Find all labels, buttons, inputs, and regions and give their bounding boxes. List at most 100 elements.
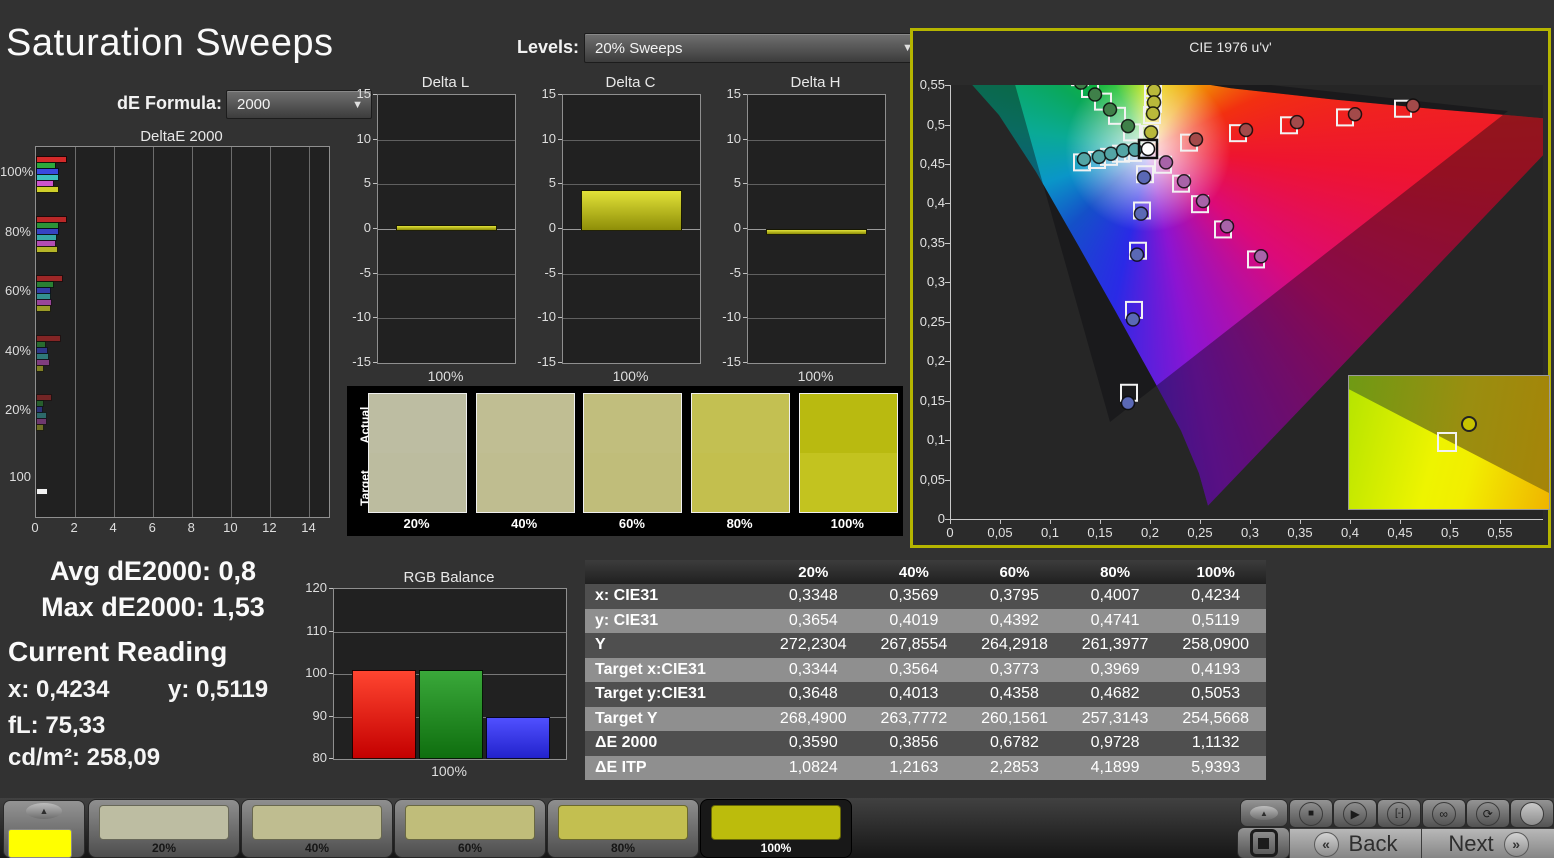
y-tick-label: 90 [312,707,327,723]
gridline [563,184,700,186]
stop-icon [1249,829,1278,857]
cie-x-tick: 0,45 [1387,525,1413,540]
table-cell: 1,0824 [788,758,838,776]
cie-x-tick: 0,2 [1140,525,1160,540]
axis-tick [743,317,747,319]
y-tick-label: 5 [548,175,556,191]
table-row: ΔE 2000 0,3590 0,3856 0,6782 0,9728 1,1132 [585,731,1266,756]
cie-measured-point [1087,87,1103,102]
x-tick-label: 4 [109,520,117,535]
x-tick-label: 10 [223,520,238,535]
saturation-chip [711,805,841,840]
de-formula-value: 2000 [237,96,271,113]
cie-measured-point [1145,106,1161,121]
table-cell: 0,3564 [889,660,939,678]
cie-diagram-panel[interactable]: CIE 1976 u'v' 0 0,05 0,1 0,15 0,2 0,25 0,3 0,35… [910,28,1551,548]
y-tick-label: 110 [306,622,327,638]
axis-tick [329,715,333,717]
refresh-button[interactable]: ⟳ [1465,799,1510,828]
panel-up-button[interactable]: ▲ [1240,799,1288,827]
table-cell: 1,2163 [889,758,939,776]
delta-lch-charts: Delta L 15 10 5 0 -5 -10 -15 100% Delta C 15 10 5 0 -5… [345,70,905,400]
table-header-cell: 100% [1196,563,1235,581]
axis-tick [1200,519,1201,524]
levels-dropdown[interactable]: 20% Sweeps ▼ [584,33,922,63]
cie-y-tick: 0 [937,511,945,526]
loop-button[interactable]: [-] [1377,799,1422,828]
table-cell: 261,3977 [1081,636,1149,654]
next-button-label: Next [1448,831,1494,856]
cie-measured-point [1125,312,1141,327]
y-tick-label: 10 [541,130,556,146]
table-header-cell: 20% [798,563,829,581]
y-tick-label: 15 [356,86,371,101]
axis-tick [945,361,950,363]
saturation-button-60%[interactable]: 60% [394,799,546,858]
axis-tick [373,94,377,95]
scroll-up-icon[interactable]: ▲ [26,803,62,819]
saturation-button-label: 60% [457,841,483,855]
cie-measured-point [1115,143,1131,158]
cie-measured-point [1195,193,1211,209]
cie-x-tick: 0 [946,525,954,540]
cie-measured-point [1133,206,1149,221]
saturation-button-80%[interactable]: 80% [547,799,699,858]
cie-x-tick: 0,25 [1187,525,1213,540]
y-tick-label: -15 [352,354,371,369]
swatch-actual [692,394,790,453]
table-header-cell: 80% [1100,563,1131,581]
table-cell: 1,1132 [1191,734,1240,752]
reading-y: y: 0,5119 [168,676,269,703]
next-button[interactable]: Next » [1421,828,1554,858]
cie-x-tick: 0,35 [1287,525,1313,540]
table-row: ΔE ITP 1,0824 1,2163 2,2853 4,1899 5,9393 [585,755,1266,780]
saturation-button-20%[interactable]: 20% [88,799,240,858]
swatch-target [476,453,574,512]
lch-plot [747,94,886,364]
axis-tick [558,272,562,274]
cie-measured-point [1176,174,1192,189]
saturation-button-40%[interactable]: 40% [241,799,393,858]
axis-tick [945,85,950,87]
rgb-balance-chart: RGB Balance 100% 120 110 100 90 80 [295,565,575,780]
table-cell: 0,4019 [889,611,939,629]
group-label: 100 [9,469,31,484]
stop-large-button[interactable] [1237,827,1290,858]
axis-tick [373,183,377,185]
gridline [114,147,116,517]
swatch-target [692,453,790,512]
swatch-actual [369,394,466,453]
infinity-button[interactable]: ∞ [1421,799,1466,828]
cie-zoom-inset [1348,375,1550,510]
record-button[interactable] [1510,799,1554,828]
back-button[interactable]: « Back [1289,828,1422,858]
table-cell: 0,4741 [1090,611,1140,629]
axis-tick [743,272,747,274]
cie-measured-point [1188,132,1204,147]
x-tick-label: 6 [148,520,156,535]
table-header-cell: 40% [898,563,929,581]
cie-x-tick: 0,15 [1087,525,1113,540]
swatch-caption: 100% [830,516,864,531]
gridline [334,631,566,633]
cie-measured-point [1158,155,1174,170]
saturation-button-100%[interactable]: 100% [700,799,852,858]
stop-button[interactable]: ■ [1289,799,1333,828]
infinity-icon: ∞ [1431,801,1456,826]
axis-tick [558,362,562,363]
palette-button[interactable]: ▲ [3,800,85,858]
x-tick-label: 2 [70,520,78,535]
play-button[interactable]: ▶ [1333,799,1378,828]
axis-tick [950,519,951,524]
cie-x-tick: 0,4 [1340,525,1360,540]
axis-tick [1400,519,1401,524]
cie-measured-point [1238,122,1254,138]
y-tick-label: -10 [722,309,741,325]
axis-tick [373,362,377,363]
axis-tick [743,138,747,140]
y-tick-label: -10 [537,309,556,325]
axis-tick [1050,519,1051,524]
table-cell: 263,7772 [880,709,948,727]
cie-y-tick: 0,55 [919,77,945,93]
table-cell: 0,9728 [1090,734,1140,752]
